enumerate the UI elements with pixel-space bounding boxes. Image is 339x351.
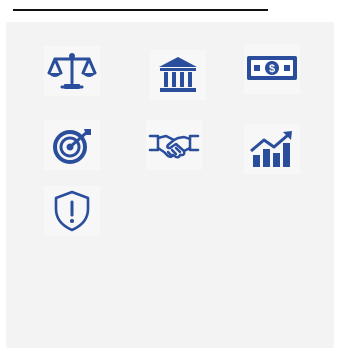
screen: $ — [0, 0, 339, 351]
shield-tile[interactable] — [44, 186, 100, 236]
growth-chart-icon — [250, 131, 292, 167]
target-tile[interactable] — [44, 120, 100, 170]
scales-tile[interactable] — [44, 46, 100, 96]
growth-tile[interactable] — [244, 124, 300, 174]
handshake-tile[interactable] — [146, 120, 202, 170]
top-divider — [13, 9, 268, 11]
handshake-icon — [148, 134, 200, 159]
target-icon — [53, 129, 91, 164]
money-bill-icon: $ — [247, 56, 297, 80]
bank-icon — [159, 57, 197, 92]
shield-alert-icon — [54, 190, 90, 232]
balance-scale-icon — [47, 53, 97, 89]
money-tile[interactable]: $ — [244, 44, 300, 94]
bank-tile[interactable] — [150, 50, 206, 100]
svg-text:$: $ — [269, 63, 275, 75]
